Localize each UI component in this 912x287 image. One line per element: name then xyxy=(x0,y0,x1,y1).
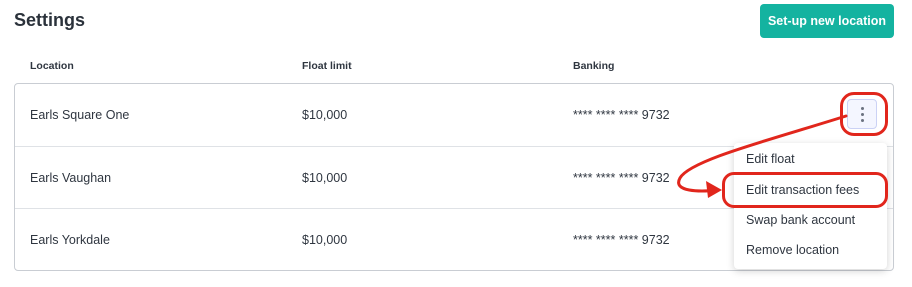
banking-account: **** **** **** 9732 xyxy=(573,171,670,185)
table-row: Earls Square One $10,000 **** **** **** … xyxy=(15,84,893,146)
location-name: Earls Square One xyxy=(30,108,130,122)
page-title: Settings xyxy=(14,10,86,30)
banking-account: **** **** **** 9732 xyxy=(573,233,670,247)
row-actions-button[interactable] xyxy=(847,99,877,129)
float-limit-value: $10,000 xyxy=(302,233,348,247)
row-actions-menu: Edit float Edit transaction fees Swap ba… xyxy=(734,143,887,269)
kebab-menu-icon xyxy=(860,106,864,110)
location-name: Earls Yorkdale xyxy=(30,233,110,247)
menu-item-swap-bank-account[interactable]: Swap bank account xyxy=(746,213,855,227)
float-limit-value: $10,000 xyxy=(302,171,348,185)
menu-item-edit-transaction-fees[interactable]: Edit transaction fees xyxy=(746,183,859,197)
column-header-float-limit: Float limit xyxy=(302,60,352,72)
float-limit-value: $10,000 xyxy=(302,108,348,122)
setup-new-location-button[interactable]: Set-up new location xyxy=(760,4,894,38)
column-header-banking: Banking xyxy=(573,60,615,72)
banking-account: **** **** **** 9732 xyxy=(573,108,670,122)
menu-item-remove-location[interactable]: Remove location xyxy=(746,243,839,257)
menu-item-edit-float[interactable]: Edit float xyxy=(746,152,795,166)
location-name: Earls Vaughan xyxy=(30,171,112,185)
column-header-location: Location xyxy=(30,60,74,72)
